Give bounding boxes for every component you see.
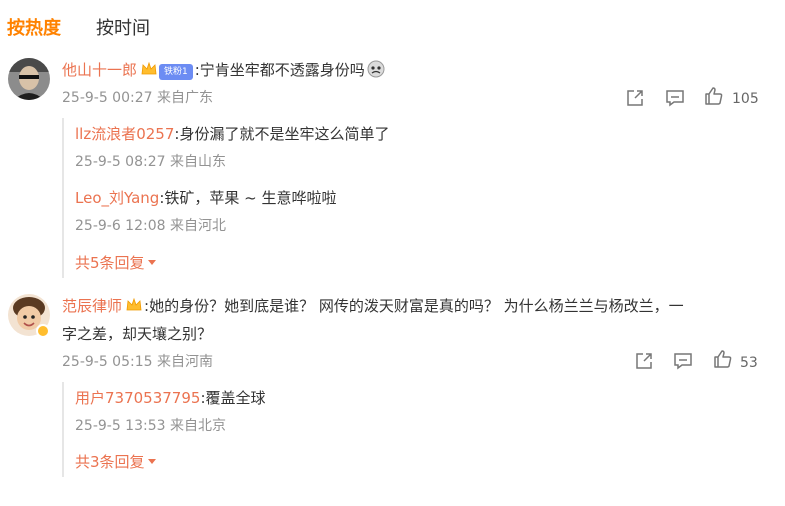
comment-icon <box>674 353 692 370</box>
like-icon <box>714 350 732 368</box>
crown-icon <box>126 298 142 311</box>
comment-meta: 25-9-5 00:27 来自广东 <box>62 90 213 106</box>
share-icon <box>627 90 643 106</box>
reply-meta: 25-9-6 12:08 来自河北 <box>75 218 226 234</box>
more-replies-link[interactable]: 共5条回复 <box>75 253 156 273</box>
comment-username[interactable]: 他山十一郎 <box>62 61 137 79</box>
comment-icon <box>666 90 684 107</box>
like-button[interactable] <box>704 86 724 106</box>
reply-text: :身份漏了就不是坐牢这么简单了 <box>174 125 390 143</box>
comment-text: :宁肯坐牢都不透露身份吗 <box>194 61 365 79</box>
verified-badge-icon <box>36 324 50 338</box>
fan-badge: 铁粉1 <box>159 64 193 80</box>
like-icon <box>705 87 723 105</box>
share-icon <box>636 353 652 369</box>
comment-text: :她的身份？她到底是谁？ 网传的泼天财富是真的吗？ 为什么杨兰兰与杨改兰，一 <box>144 297 684 315</box>
reply-username[interactable]: 用户7370537795 <box>75 389 200 407</box>
reply-item: llz流浪者0257:身份漏了就不是坐牢这么简单了 <box>75 124 389 144</box>
reply-text: :铁矿，苹果 ~ 生意哗啦啦 <box>159 189 337 207</box>
tab-by-time[interactable]: 按时间 <box>96 14 150 40</box>
caret-down-icon <box>147 459 156 464</box>
more-replies-label: 共3条回复 <box>75 453 145 471</box>
caret-down-icon <box>147 260 156 265</box>
comment-text-continued: 字之差，却天壤之别？ <box>62 325 213 343</box>
share-button[interactable] <box>634 351 654 371</box>
reply-thread: 用户7370537795:覆盖全球 25-9-5 13:53 来自北京 共3条回… <box>62 382 722 477</box>
reply-meta: 25-9-5 08:27 来自山东 <box>75 154 226 170</box>
emoji-icon <box>367 60 385 78</box>
reply-meta: 25-9-5 13:53 来自北京 <box>75 418 226 434</box>
reply-username[interactable]: Leo_刘Yang <box>75 189 159 207</box>
comment-username[interactable]: 范辰律师 <box>62 297 122 315</box>
like-count: 53 <box>740 355 758 371</box>
comment-line: 范辰律师 :她的身份？她到底是谁？ 网传的泼天财富是真的吗？ 为什么杨兰兰与杨改兰… <box>62 296 684 316</box>
crown-icon <box>141 62 157 75</box>
reply-item: 用户7370537795:覆盖全球 <box>75 388 266 408</box>
comment-meta: 25-9-5 05:15 来自河南 <box>62 354 213 370</box>
share-button[interactable] <box>625 88 645 108</box>
reply-item: Leo_刘Yang:铁矿，苹果 ~ 生意哗啦啦 <box>75 188 337 208</box>
like-count: 105 <box>732 91 759 107</box>
more-replies-link[interactable]: 共3条回复 <box>75 452 156 472</box>
tab-by-hotness[interactable]: 按热度 <box>7 14 61 40</box>
reply-username[interactable]: llz流浪者0257 <box>75 125 174 143</box>
sort-tabs: 按热度 按时间 <box>0 0 785 52</box>
reply-button[interactable] <box>673 351 693 371</box>
reply-thread: llz流浪者0257:身份漏了就不是坐牢这么简单了 25-9-5 08:27 来… <box>62 118 722 278</box>
reply-text: :覆盖全球 <box>200 389 266 407</box>
comment-line: 他山十一郎 铁粉1:宁肯坐牢都不透露身份吗 <box>62 60 385 80</box>
more-replies-label: 共5条回复 <box>75 254 145 272</box>
avatar[interactable] <box>8 58 50 100</box>
reply-button[interactable] <box>665 88 685 108</box>
like-button[interactable] <box>713 349 733 369</box>
